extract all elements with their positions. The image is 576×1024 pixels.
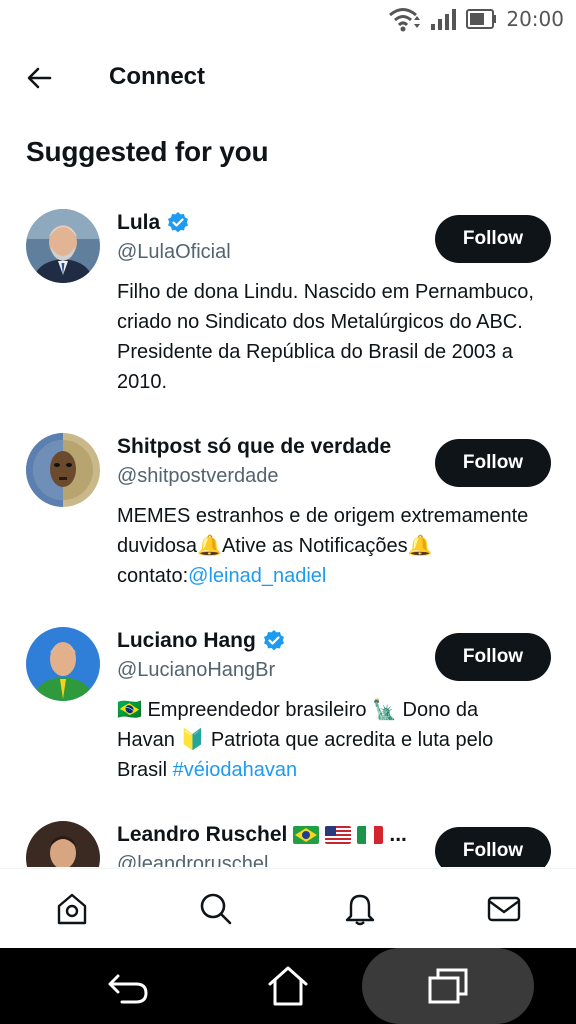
nav-search[interactable] — [196, 889, 236, 929]
user-handle: @LucianoHangBr — [117, 659, 276, 681]
avatar[interactable] — [26, 627, 100, 701]
search-icon — [200, 893, 232, 925]
wifi-icon — [389, 8, 421, 32]
nav-home[interactable] — [52, 889, 92, 929]
status-bar: 20:00 — [0, 0, 576, 40]
system-back-button[interactable] — [104, 962, 152, 1010]
list-item[interactable]: Shitpost só que de verdade @shitpostverd… — [0, 429, 576, 623]
nav-messages[interactable] — [484, 889, 524, 929]
follow-button[interactable]: Follow — [435, 827, 551, 867]
bio-mention-link[interactable]: @leinad_nadiel — [188, 565, 326, 587]
status-time: 20:00 — [506, 7, 564, 31]
app-header: Connect — [0, 52, 576, 104]
section-title: Suggested for you — [26, 136, 269, 167]
system-nav-bar — [0, 948, 576, 1024]
nav-notifications[interactable] — [340, 889, 380, 929]
beginner-emoji: 🔰 — [180, 729, 206, 751]
notifications-icon — [345, 894, 375, 926]
home-icon — [268, 966, 308, 1006]
list-item[interactable]: Leandro Ruschel ... @leandroruschel Foll… — [0, 817, 576, 867]
battery-icon — [466, 9, 497, 29]
bio-text: Empreendedor brasileiro — [147, 699, 367, 721]
user-handle: @leandroruschel — [117, 853, 269, 867]
flag-italy-icon — [357, 826, 384, 844]
user-bio: 🇧🇷 Empreendedor brasileiro 🗽 Dono da Hav… — [117, 695, 537, 785]
user-name-row: Luciano Hang — [117, 629, 286, 653]
user-handle: @LulaOficial — [117, 241, 231, 263]
user-name[interactable]: Leandro Ruschel — [117, 823, 287, 847]
user-name-row: Lula — [117, 211, 190, 235]
user-bio: MEMES estranhos e de origem extremamente… — [117, 501, 537, 591]
avatar[interactable] — [26, 433, 100, 507]
page-title: Connect — [109, 63, 205, 90]
flag-usa-icon — [325, 826, 352, 844]
recents-icon — [428, 968, 468, 1004]
user-name-row: Leandro Ruschel ... — [117, 823, 407, 847]
system-recents-button[interactable] — [424, 962, 472, 1010]
home-icon — [57, 893, 87, 925]
back-button[interactable] — [26, 64, 54, 92]
list-item[interactable]: Lula @LulaOficial Filho de dona Lindu. N… — [0, 205, 576, 429]
user-bio: Filho de dona Lindu. Nascido em Pernambu… — [117, 281, 534, 393]
bio-text: contato: — [117, 565, 189, 587]
bio-hashtag-link[interactable]: #véiodahavan — [173, 759, 298, 781]
flag-emoji: 🇧🇷 — [117, 699, 142, 721]
avatar[interactable] — [26, 821, 100, 867]
bell-emoji: 🔔 — [407, 535, 433, 557]
verified-badge-icon — [168, 212, 189, 233]
user-name[interactable]: Shitpost só que de verdade — [117, 435, 391, 459]
flag-brazil-icon — [293, 826, 320, 844]
suggestions-list: Lula @LulaOficial Filho de dona Lindu. N… — [0, 205, 576, 867]
user-name-row: Shitpost só que de verdade — [117, 435, 391, 459]
system-home-button[interactable] — [264, 962, 312, 1010]
bell-emoji: 🔔 — [197, 535, 222, 557]
back-icon — [108, 974, 148, 1004]
follow-button[interactable]: Follow — [435, 633, 551, 681]
list-item[interactable]: Luciano Hang @LucianoHangBr 🇧🇷 Empreende… — [0, 623, 576, 817]
follow-button[interactable]: Follow — [435, 439, 551, 487]
bio-text: Ative as Notificações — [221, 535, 408, 557]
verified-badge-icon — [263, 630, 284, 651]
user-name[interactable]: Luciano Hang — [117, 629, 256, 653]
user-name[interactable]: Lula — [117, 211, 160, 235]
arrow-left-icon — [27, 67, 52, 89]
messages-icon — [487, 896, 521, 922]
user-handle: @shitpostverdade — [117, 465, 279, 487]
signal-icon — [431, 9, 457, 30]
name-ellipsis: ... — [389, 823, 407, 846]
follow-button[interactable]: Follow — [435, 215, 551, 263]
bottom-nav — [0, 868, 576, 948]
avatar[interactable] — [26, 209, 100, 283]
statue-emoji: 🗽 — [372, 699, 397, 721]
